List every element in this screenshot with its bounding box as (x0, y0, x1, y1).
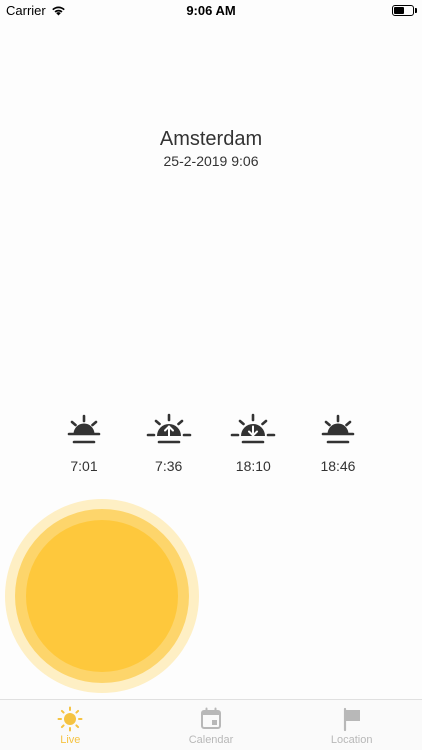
location-header: Amsterdam 25-2-2019 9:06 (0, 127, 422, 169)
sun-horizon-icon (321, 414, 355, 444)
sun-event-time: 7:01 (70, 458, 98, 474)
tab-live[interactable]: Live (0, 700, 141, 750)
tab-label: Calendar (188, 734, 234, 746)
sun-event-time: 7:36 (155, 458, 183, 474)
sunrise-icon (146, 413, 191, 444)
sun-event-dusk: 18:46 (296, 412, 380, 474)
tab-label: Live (60, 734, 81, 746)
sun-event-sunset: 18:10 (211, 412, 295, 474)
location-datetime: 25-2-2019 9:06 (163, 153, 259, 169)
sun-event-dawn: 7:01 (42, 412, 126, 474)
sun-icon (57, 706, 83, 732)
sun-core (26, 520, 178, 672)
flag-icon (343, 707, 360, 732)
status-bar: Carrier 9:06 AM (0, 0, 422, 22)
sun-events-row: 7:01 7:36 18:10 18:46 (42, 412, 380, 474)
calendar-icon (201, 707, 221, 729)
tab-label: Location (330, 734, 373, 746)
city-name: Amsterdam (159, 128, 263, 150)
sun-horizon-icon (67, 414, 101, 444)
sunset-icon (231, 413, 276, 444)
sun-position-indicator (5, 499, 199, 693)
tab-location[interactable]: Location (281, 700, 422, 750)
tab-calendar[interactable]: Calendar (141, 700, 282, 750)
tab-bar: Live Calendar Location (0, 699, 422, 750)
status-time: 9:06 AM (186, 3, 236, 18)
battery-icon (392, 5, 414, 16)
sun-event-time: 18:46 (320, 458, 356, 474)
sun-event-time: 18:10 (235, 458, 271, 474)
sun-event-sunrise: 7:36 (127, 412, 211, 474)
battery-tip (415, 8, 417, 13)
